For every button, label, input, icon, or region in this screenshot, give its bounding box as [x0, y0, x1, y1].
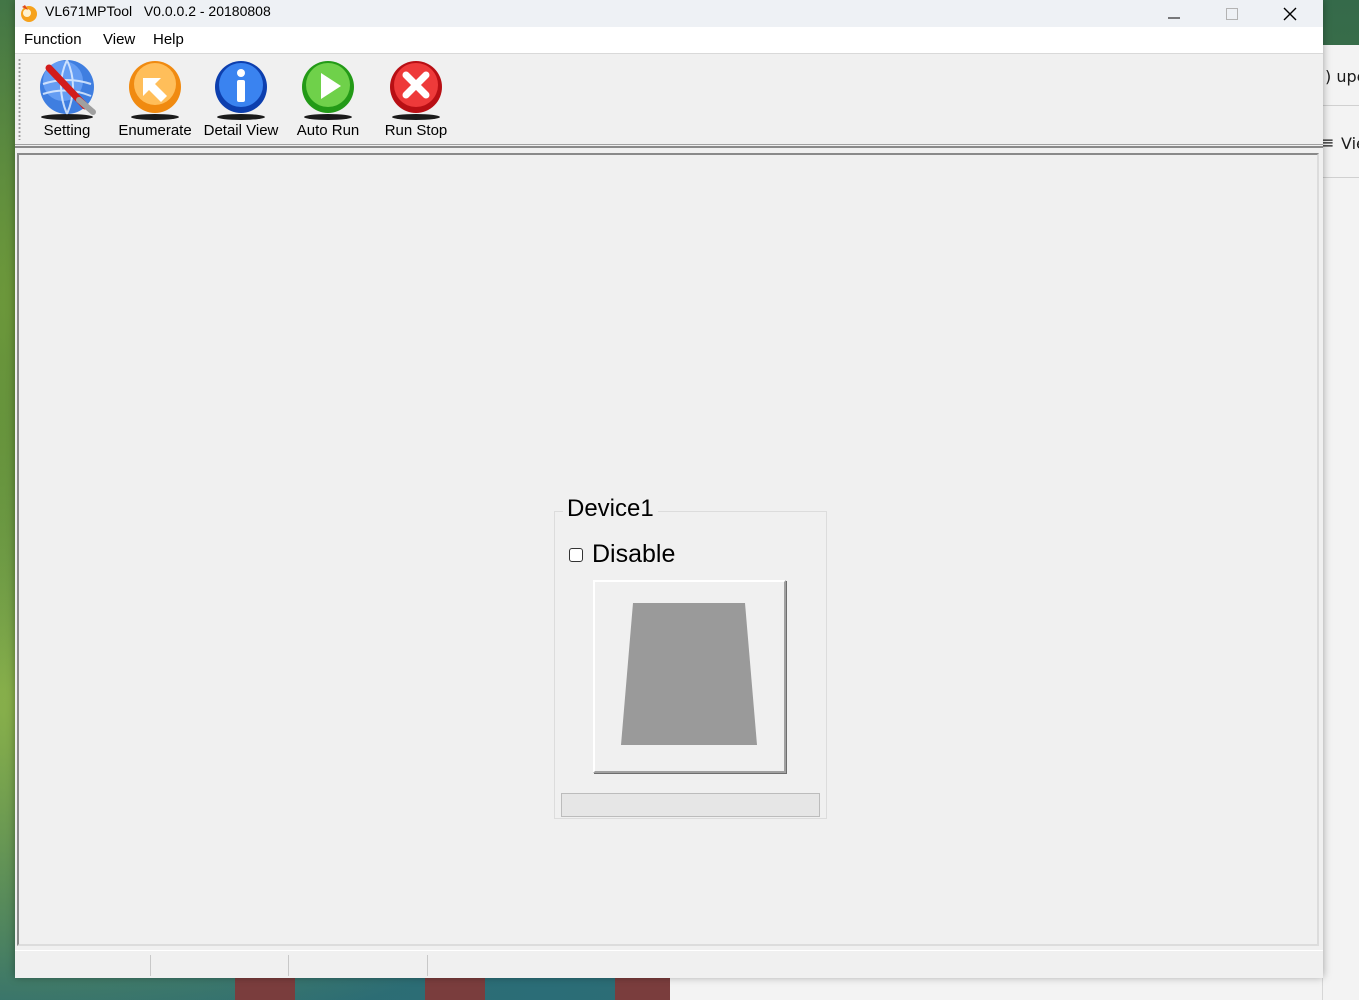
app-window: VL671MPTool V0.0.0.2 - 20180808 Function… [15, 0, 1323, 978]
close-icon [1283, 7, 1297, 20]
background-boat [615, 977, 670, 1000]
status-pane [15, 955, 151, 976]
disable-checkbox-row[interactable]: Disable [569, 540, 675, 569]
device-status-box[interactable] [593, 580, 786, 773]
toolbar: Setting Enumerate Detail View Auto Run R… [15, 54, 1323, 145]
detail-view-button[interactable]: Detail View [203, 56, 279, 142]
background-divider [1323, 105, 1359, 106]
app-name: VL671MPTool [45, 3, 133, 19]
status-bar [15, 950, 1323, 978]
toolbar-grip[interactable] [18, 58, 21, 140]
menu-function[interactable]: Function [24, 31, 82, 48]
client-area: Device1 Disable [17, 153, 1319, 946]
minimize-icon [1168, 17, 1180, 18]
status-pane [151, 955, 289, 976]
background-text: Vie [1341, 134, 1359, 153]
close-button[interactable] [1261, 0, 1319, 27]
status-pane [289, 955, 428, 976]
detail-view-label: Detail View [203, 122, 279, 139]
list-icon: ≡ [1321, 133, 1335, 152]
enumerate-button[interactable]: Enumerate [117, 56, 193, 142]
auto-run-label: Auto Run [296, 122, 360, 139]
run-stop-label: Run Stop [384, 122, 448, 139]
minimize-button[interactable] [1145, 0, 1203, 27]
stop-x-icon [390, 61, 442, 120]
setting-label: Setting [43, 122, 91, 139]
device-group: Device1 Disable [554, 495, 827, 819]
enumerate-label: Enumerate [118, 122, 192, 139]
maximize-icon [1226, 7, 1238, 20]
window-title: VL671MPTool V0.0.0.2 - 20180808 [45, 3, 271, 19]
run-stop-button[interactable]: Run Stop [381, 56, 451, 142]
enumerate-arrow-icon [129, 61, 181, 120]
background-panel [670, 978, 1359, 1000]
background-window: ) upc ≡ Vie [1321, 45, 1359, 1000]
app-version: V0.0.0.2 - 20180808 [143, 3, 271, 19]
maximize-button[interactable] [1203, 0, 1261, 27]
title-bar[interactable]: VL671MPTool V0.0.0.2 - 20180808 [15, 0, 1323, 27]
disable-label[interactable]: Disable [592, 540, 675, 569]
menu-bar: Function View Help [15, 27, 1323, 54]
setting-globe-wrench-icon [40, 59, 96, 120]
play-icon [302, 61, 354, 120]
background-divider [1323, 177, 1359, 178]
menu-help[interactable]: Help [153, 31, 184, 48]
app-icon [21, 5, 37, 22]
setting-button[interactable]: Setting [35, 56, 99, 142]
device-title: Device1 [563, 495, 658, 523]
disable-checkbox[interactable] [569, 547, 583, 562]
menu-view[interactable]: View [103, 31, 135, 48]
device-progress-bar [561, 793, 820, 817]
auto-run-button[interactable]: Auto Run [291, 56, 365, 142]
info-icon [215, 61, 267, 120]
background-boat [425, 977, 485, 1000]
background-boat [235, 977, 295, 1000]
background-text: ) upc [1325, 67, 1359, 86]
toolbar-separator [15, 146, 1323, 148]
usb-device-shape-icon [621, 603, 757, 745]
